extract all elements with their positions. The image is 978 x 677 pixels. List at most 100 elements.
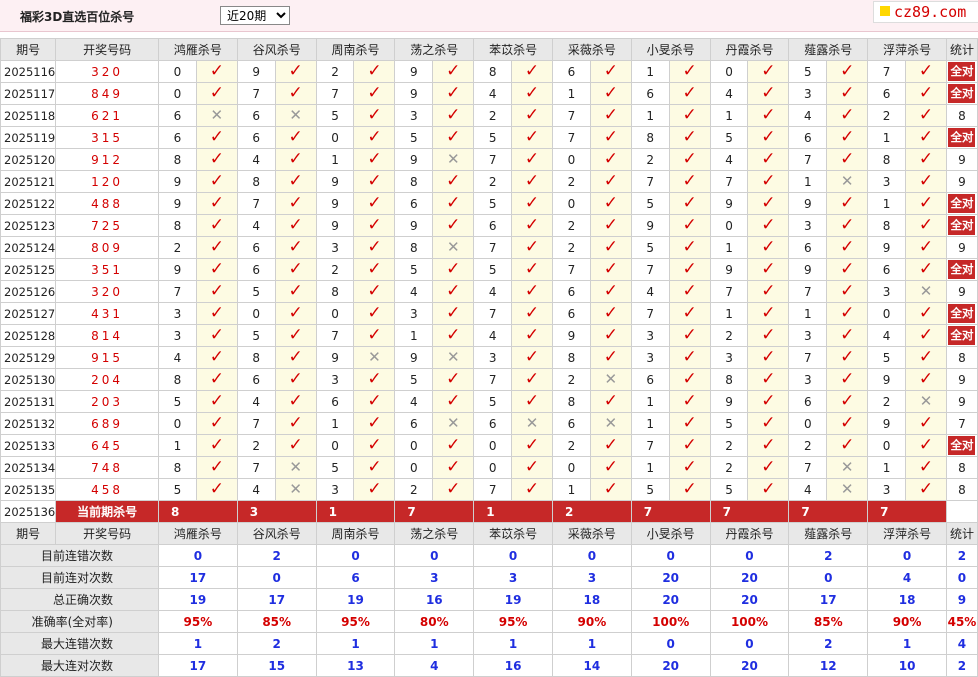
check-icon: ✓: [761, 127, 776, 147]
summary-value: 18: [867, 588, 947, 611]
table-row: 2025131 203 5 ✓ 4 ✓ 6 ✓ 4 ✓ 5 ✓ 8 ✓ 1 ✓ 9 ✓ 6 ✓ 2 ✕ 9: [0, 390, 978, 413]
result-mark-cell: ✓: [353, 324, 396, 347]
result-mark-cell: ✓: [511, 170, 553, 193]
kill-digit-cell: 1: [788, 302, 828, 325]
result-mark-cell: ✓: [668, 104, 711, 127]
draw-number-cell: 203: [55, 390, 159, 413]
kill-digit-cell: 4: [788, 478, 828, 501]
result-mark-cell: ✓: [274, 390, 317, 413]
draw-number-cell: 689: [55, 412, 159, 435]
cross-icon: ✕: [446, 238, 460, 256]
check-icon: ✓: [288, 127, 303, 147]
result-mark-cell: ✕: [589, 368, 632, 391]
result-mark-cell: ✓: [195, 368, 238, 391]
kill-digit-cell: 1: [158, 434, 197, 457]
table-row: 2025125 351 9 ✓ 6 ✓ 2 ✓ 5 ✓ 5 ✓ 7 ✓ 7 ✓ 9 ✓ 9 ✓ 6 ✓ 全对: [0, 258, 978, 281]
result-mark-cell: ✓: [905, 214, 947, 237]
kill-digit-cell: 3: [788, 324, 828, 347]
stat-cell: 9: [945, 280, 978, 303]
draw-number-cell: 915: [55, 346, 159, 369]
summary-value: 14: [551, 654, 632, 677]
check-icon: ✓: [761, 215, 776, 235]
kill-digit-cell: 7: [788, 456, 828, 479]
period-cell: 2025135: [0, 478, 57, 501]
result-mark-cell: ✓: [274, 412, 317, 435]
col-header-expert: 周南杀号: [315, 38, 396, 61]
check-icon: ✓: [682, 215, 697, 235]
check-icon: ✓: [367, 457, 382, 477]
summary-total: 45%: [945, 610, 978, 633]
check-icon: ✓: [918, 127, 934, 147]
check-icon: ✓: [918, 215, 934, 235]
result-mark-cell: ✓: [195, 126, 238, 149]
summary-value: 3: [473, 566, 553, 589]
check-icon: ✓: [446, 303, 461, 323]
result-mark-cell: ✓: [432, 456, 475, 479]
kill-digit-cell: 7: [473, 368, 513, 391]
summary-value: 10: [867, 654, 947, 677]
top-bar: 福彩3D直选百位杀号 近20期 cz89.com: [0, 0, 978, 32]
table-row: 2025127 431 3 ✓ 0 ✓ 0 ✓ 3 ✓ 7 ✓ 6 ✓ 7 ✓ 1 ✓ 1 ✓ 0 ✓ 全对: [0, 302, 978, 325]
result-mark-cell: ✓: [905, 170, 947, 193]
result-mark-cell: ✓: [826, 390, 869, 413]
draw-number-cell: 849: [55, 82, 159, 105]
result-mark-cell: ✓: [353, 60, 396, 83]
col-header-stat: 统计: [945, 38, 978, 61]
result-mark-cell: ✓: [826, 82, 869, 105]
result-mark-cell: ✓: [826, 434, 869, 457]
summary-value: 2: [236, 632, 317, 655]
check-icon: ✓: [918, 193, 934, 213]
summary-label: 总正确次数: [0, 588, 159, 611]
kill-digit-cell: 7: [630, 170, 670, 193]
kill-digit-cell: 7: [473, 478, 513, 501]
kill-digit-cell: 3: [630, 324, 670, 347]
kill-digit-cell: 6: [788, 236, 828, 259]
stat-cell: 全对: [945, 214, 978, 237]
summary-value: 3: [394, 566, 475, 589]
summary-value: 3: [551, 566, 632, 589]
cross-icon: ✕: [525, 414, 539, 432]
kill-digit-cell: 8: [315, 280, 355, 303]
check-icon: ✓: [367, 325, 382, 345]
summary-label: 目前连错次数: [0, 544, 159, 567]
result-mark-cell: ✓: [747, 258, 790, 281]
check-icon: ✓: [524, 61, 540, 81]
col-header-expert: 小旻杀号: [630, 522, 711, 545]
result-mark-cell: ✕: [432, 236, 475, 259]
cross-icon: ✕: [210, 106, 224, 124]
result-mark-cell: ✕: [826, 170, 869, 193]
result-mark-cell: ✓: [668, 214, 711, 237]
check-icon: ✓: [367, 303, 382, 323]
kill-digit-cell: 5: [709, 478, 749, 501]
site-logo[interactable]: cz89.com: [873, 1, 978, 23]
check-icon: ✓: [603, 479, 618, 499]
result-mark-cell: ✓: [747, 104, 790, 127]
stat-cell: 7: [945, 412, 978, 435]
period-cell: 2025129: [0, 346, 57, 369]
result-mark-cell: ✓: [274, 258, 317, 281]
check-icon: ✓: [524, 391, 540, 411]
table-row: 2025129 915 4 ✓ 8 ✓ 9 ✕ 9 ✕ 3 ✓ 8 ✓ 3 ✓ 3 ✓ 7 ✓ 5 ✓ 8: [0, 346, 978, 369]
kill-digit-cell: 6: [315, 390, 355, 413]
table-row: 2025116 320 0 ✓ 9 ✓ 2 ✓ 9 ✓ 8 ✓ 6 ✓ 1 ✓ 0 ✓ 5 ✓ 7 ✓ 全对: [0, 60, 978, 83]
check-icon: ✓: [524, 127, 540, 147]
current-period-cell: 2025136: [0, 500, 57, 523]
period-range-select[interactable]: 近20期: [220, 6, 290, 25]
result-mark-cell: ✓: [589, 192, 632, 215]
check-icon: ✓: [840, 237, 855, 257]
kill-digit-cell: 5: [473, 258, 513, 281]
summary-value: 1: [551, 632, 632, 655]
kill-digit-cell: 8: [473, 60, 513, 83]
kill-digit-cell: 1: [630, 60, 670, 83]
result-mark-cell: ✓: [826, 324, 869, 347]
kill-digit-cell: 0: [315, 126, 355, 149]
kill-digit-cell: 6: [630, 368, 670, 391]
kill-digit-cell: 1: [551, 82, 591, 105]
result-mark-cell: ✓: [826, 280, 869, 303]
kill-digit-cell: 9: [315, 170, 355, 193]
kill-digit-cell: 0: [867, 434, 907, 457]
period-cell: 2025118: [0, 104, 57, 127]
col-header-expert: 丹霞杀号: [709, 38, 790, 61]
kill-digit-cell: 6: [394, 192, 434, 215]
result-mark-cell: ✓: [195, 60, 238, 83]
